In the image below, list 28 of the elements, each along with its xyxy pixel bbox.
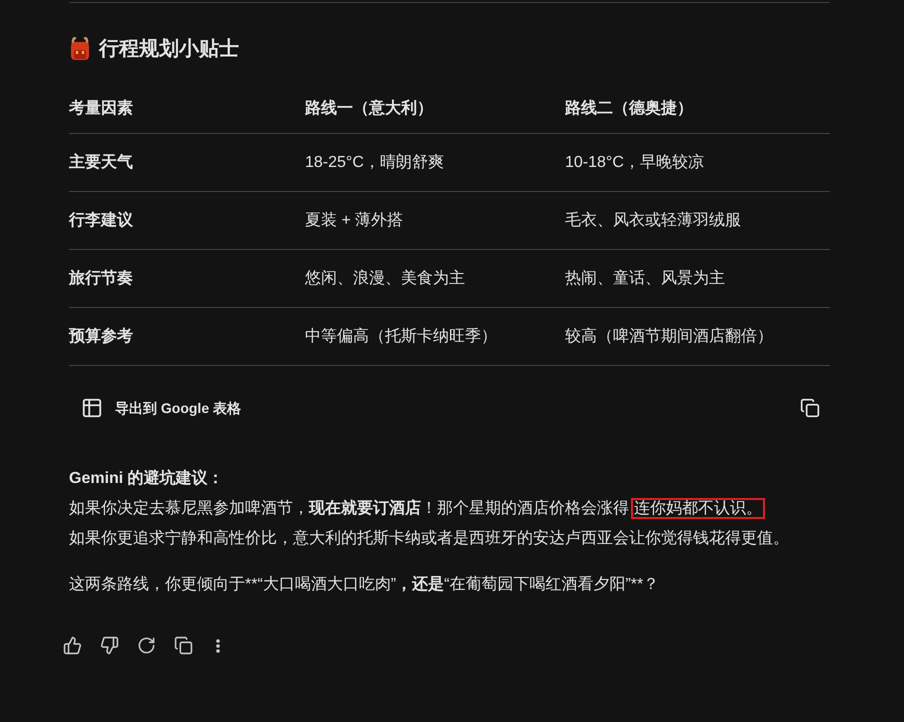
table-cell-text: 较高（啤酒节期间酒店翻倍） [565,326,774,346]
table-cell-text: 旅行节奏 [69,268,134,288]
table-cell-text: 夏装 + 薄外搭 [305,210,404,230]
table-cell-text: 热闹、童话、风景为主 [565,268,726,288]
table-cell-text: 10-18°C，早晚较凉 [565,152,705,172]
table-cell-text: 预算参考 [69,326,134,346]
backpack-icon [69,37,91,61]
refresh-icon [137,636,156,655]
table-icon [81,397,103,419]
column-header: 考量因素 [69,98,134,118]
table-cell-text: 毛衣、风衣或轻薄羽绒服 [565,210,742,230]
copy-icon [800,398,820,418]
copy-icon [174,636,193,655]
column-header: 路线二（德奥捷） [565,98,694,118]
advice-paragraph: 如果你决定去慕尼黑参加啤酒节，现在就要订酒店！那个星期的酒店价格会涨得 连你妈都不认识。 如果你更追求宁静和高性价比，意大利的托斯卡纳或者是西班牙的安达卢西亚会让你觉得钱花得更值。 [69,497,790,549]
export-button[interactable]: 导出到 Google 表格 [69,388,253,428]
table-cell-text: 主要天气 [69,152,134,172]
table-cell-text: 悠闲、浪漫、美食为主 [305,268,466,288]
section-heading: 行程规划小贴士 [99,37,239,62]
column-header: 路线一（意大利） [305,98,434,118]
advice-title: Gemini 的避坑建议： [69,468,225,489]
question-text: 这两条路线，你更倾向于**“大口喝酒大口吃肉”，还是“在葡萄园下喝红酒看夕阳”**？ [69,574,660,595]
thumbs-down-icon [100,636,119,655]
thumbs-up-icon [63,636,82,655]
table-cell-text: 行李建议 [69,210,134,230]
table-cell-text: 中等偏高（托斯卡纳旺季） [305,326,498,346]
table-cell-text: 18-25°C，晴朗舒爽 [305,152,445,172]
more-icon [216,638,220,652]
